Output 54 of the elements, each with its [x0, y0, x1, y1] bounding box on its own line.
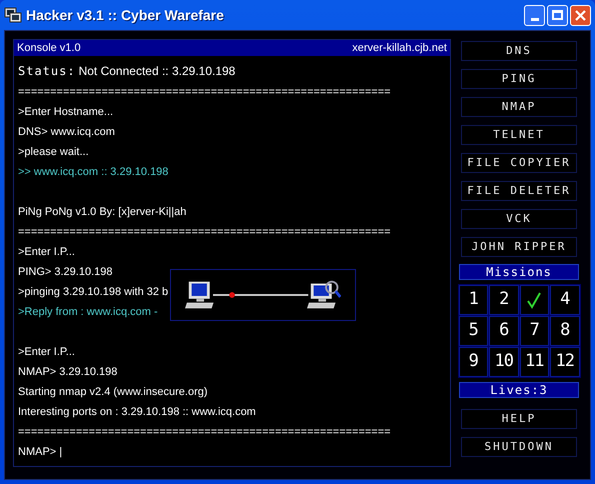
close-button[interactable]	[570, 4, 591, 26]
mission-cell[interactable]: 7	[520, 316, 549, 346]
console-line: PiNg PoNg v1.0 By: [x]erver-Ki||ah	[18, 204, 186, 220]
app-icon	[4, 7, 22, 23]
mission-cell[interactable]: 2	[489, 285, 518, 315]
help-button[interactable]: HELP	[461, 409, 577, 429]
console-line: DNS> www.icq.com	[18, 124, 115, 140]
window-title: Hacker v3.1 :: Cyber Warefare	[26, 6, 224, 25]
console-line: ==========================================================	[18, 84, 391, 100]
console-line: ==========================================================	[18, 224, 391, 240]
console-line: >Enter I.P...	[18, 244, 75, 260]
mission-cell[interactable]: 10	[489, 347, 518, 377]
console-line: ==========================================================	[18, 424, 391, 440]
tool-button[interactable]: VCK	[461, 209, 577, 229]
close-icon	[575, 10, 586, 20]
computer-search-icon	[306, 279, 341, 311]
status-value: Not Connected :: 3.29.10.198	[78, 63, 236, 80]
console-line: >Enter I.P...	[18, 344, 75, 360]
shutdown-button[interactable]: SHUTDOWN	[461, 437, 577, 457]
tool-button[interactable]: FILE DELETER	[461, 181, 577, 201]
site-address: xerver-killah.cjb.net	[352, 40, 447, 56]
console-line: >please wait...	[18, 144, 89, 160]
tool-button[interactable]: NMAP	[461, 97, 577, 117]
console-line: Interesting ports on : 3.29.10.198 :: www.icq.com	[18, 404, 256, 420]
status-label: Status:	[18, 63, 76, 80]
reply-line: >Reply from : www.icq.com -	[18, 304, 158, 320]
mission-cell[interactable]: 4	[550, 285, 580, 315]
tool-button[interactable]: FILE COPYIER	[461, 153, 577, 173]
reply-line: >> www.icq.com :: 3.29.10.198	[18, 164, 168, 180]
tool-button[interactable]: TELNET	[461, 125, 577, 145]
computer-icon	[185, 279, 216, 311]
console-line: PING> 3.29.10.198	[18, 264, 112, 280]
tool-button[interactable]: PING	[461, 69, 577, 89]
mission-cell[interactable]: 1	[458, 285, 488, 315]
mission-cell[interactable]	[520, 285, 549, 315]
maximize-button[interactable]	[547, 4, 568, 26]
mission-cell[interactable]: 11	[520, 347, 549, 377]
mission-cell[interactable]: 6	[489, 316, 518, 346]
checkmark-icon	[526, 291, 542, 309]
console-line: >pinging 3.29.10.198 with 32 b	[18, 284, 168, 300]
mission-cell[interactable]: 5	[458, 316, 488, 346]
console-line: Starting nmap v2.4 (www.insecure.org)	[18, 384, 208, 400]
missions-header: Missions	[459, 264, 579, 280]
command-prompt: NMAP> |	[18, 444, 62, 460]
mission-cell[interactable]: 9	[458, 347, 488, 377]
console-title: Konsole v1.0	[17, 40, 81, 56]
mission-cell[interactable]: 8	[550, 316, 580, 346]
lives-counter: Lives:3	[459, 382, 579, 398]
tool-button[interactable]: DNS	[461, 41, 577, 61]
console-line: >Enter Hostname...	[18, 104, 114, 120]
minimize-button[interactable]	[524, 4, 545, 26]
console-line: NMAP> 3.29.10.198	[18, 364, 118, 380]
mission-cell[interactable]: 12	[550, 347, 580, 377]
tool-button[interactable]: JOHN RIPPER	[461, 237, 577, 257]
